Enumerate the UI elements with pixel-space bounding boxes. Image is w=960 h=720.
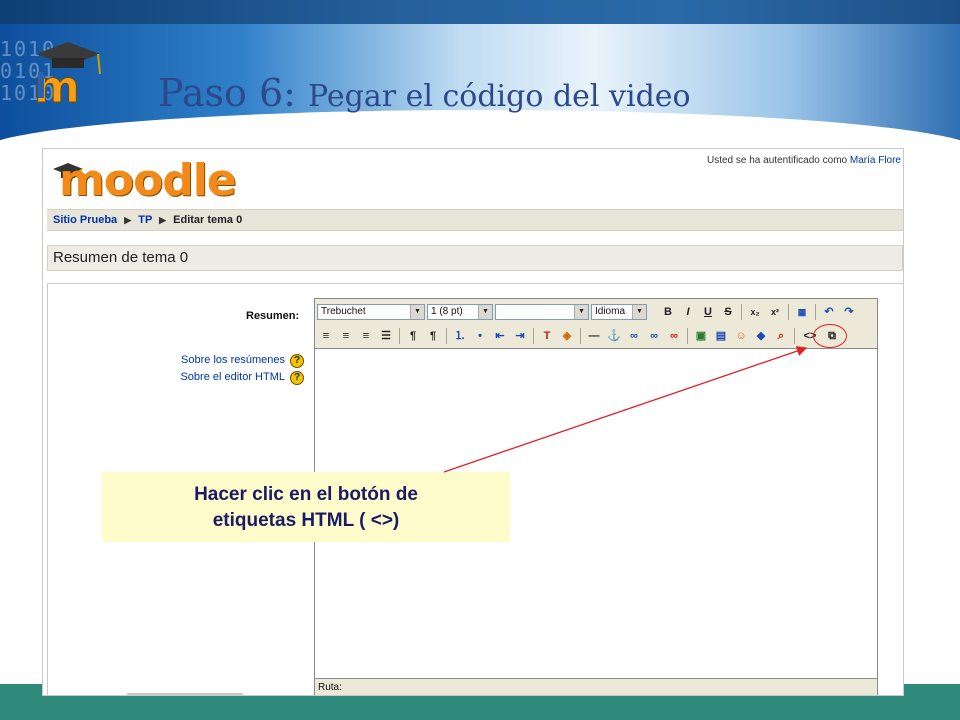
moodle-logo-text: moodle (59, 155, 237, 206)
toolbar-divider (788, 304, 789, 320)
undo-icon[interactable]: ↶ (820, 303, 838, 321)
login-info: Usted se ha autentificado como María Flo… (707, 155, 901, 166)
callout-line-1: Hacer clic en el botón de (194, 484, 418, 505)
special-char-icon[interactable]: ◆ (752, 327, 770, 345)
toolbar-divider (446, 328, 447, 344)
link-icon[interactable]: ∞ (625, 327, 643, 345)
superscript-icon[interactable]: x² (766, 303, 784, 321)
indent-icon[interactable]: ⇥ (511, 327, 529, 345)
help-icon[interactable]: ? (290, 370, 304, 385)
align-left-icon[interactable]: ≡ (317, 327, 335, 345)
toolbar-row-2: ≡ ≡ ≡ ☰ ¶ ¶ ⒈ • ⇤ ⇥ T ◈ — ⚓ ∞ ∞ ∞ ▣ ▤ ☺ … (317, 325, 841, 347)
unlink-icon[interactable]: ∞ (645, 327, 663, 345)
anchor-icon[interactable]: ⚓ (605, 327, 623, 345)
section-heading: Resumen de tema 0 (47, 245, 903, 271)
html-button-highlight-circle (813, 324, 847, 348)
horizontal-rule-icon[interactable]: — (585, 327, 603, 345)
resumen-label: Resumen: (246, 310, 300, 322)
callout-line-2: etiquetas HTML ( <>) (212, 510, 400, 531)
underline-icon[interactable]: U (699, 303, 717, 321)
image-icon[interactable]: ▣ (692, 327, 710, 345)
breadcrumb: Sitio Prueba ▶ TP ▶ Editar tema 0 (47, 209, 903, 231)
breadcrumb-sitio-prueba[interactable]: Sitio Prueba (53, 214, 117, 226)
login-user-link[interactable]: María Flore (850, 155, 901, 166)
help-links: Sobre los resúmenes ? Sobre el editor HT… (156, 352, 304, 386)
highlight-color-icon[interactable]: ◈ (558, 327, 576, 345)
breadcrumb-current: Editar tema 0 (173, 214, 243, 226)
breadcrumb-tp[interactable]: TP (138, 214, 152, 226)
slide-title-lead: Paso 6: (158, 71, 309, 115)
editor-toolbar: Trebuchet 1 (8 pt) Idioma B I U S x₂ x² … (315, 299, 877, 349)
slide-title: Paso 6: Pegar el código del video (158, 70, 691, 120)
login-prefix: Usted se ha autentificado como (707, 155, 850, 166)
align-right-icon[interactable]: ≡ (357, 327, 375, 345)
smiley-icon[interactable]: ☺ (732, 327, 750, 345)
font-size-select[interactable]: 1 (8 pt) (427, 304, 493, 320)
language-select[interactable]: Idioma (591, 304, 647, 320)
toolbar-divider (687, 328, 688, 344)
help-icon[interactable]: ? (290, 353, 304, 368)
format-select[interactable] (495, 304, 589, 320)
toolbar-divider (794, 328, 795, 344)
graduation-logo-icon: m (34, 42, 101, 104)
toolbar-divider (580, 328, 581, 344)
table-icon[interactable]: ▤ (712, 327, 730, 345)
help-editor-html: Sobre el editor HTML ? (156, 369, 304, 386)
rtl-icon[interactable]: ¶ (424, 327, 442, 345)
unordered-list-icon[interactable]: • (471, 327, 489, 345)
subscript-icon[interactable]: x₂ (746, 303, 764, 321)
toolbar-divider (815, 304, 816, 320)
align-center-icon[interactable]: ≡ (337, 327, 355, 345)
strikethrough-icon[interactable]: S (719, 303, 737, 321)
search-replace-icon[interactable]: ⌕ (772, 327, 790, 345)
breadcrumb-separator-icon: ▶ (124, 215, 132, 225)
help-resumenes-link[interactable]: Sobre los resúmenes (181, 352, 285, 369)
moodle-logo[interactable]: moodle (49, 153, 249, 206)
paste-word-icon[interactable]: ▦ (793, 303, 811, 321)
justify-icon[interactable]: ☰ (377, 327, 395, 345)
toolbar-divider (741, 304, 742, 320)
toolbar-divider (399, 328, 400, 344)
help-editor-html-link[interactable]: Sobre el editor HTML (180, 369, 285, 386)
toolbar-row-1: Trebuchet 1 (8 pt) Idioma B I U S x₂ x² … (317, 301, 858, 323)
ordered-list-icon[interactable]: ⒈ (451, 327, 469, 345)
text-color-icon[interactable]: T (538, 327, 556, 345)
italic-icon[interactable]: I (679, 303, 697, 321)
slide-title-rest: Pegar el código del video (308, 79, 691, 114)
breadcrumb-separator-icon: ▶ (159, 215, 167, 225)
bold-icon[interactable]: B (659, 303, 677, 321)
horizontal-scrollbar[interactable] (127, 693, 243, 695)
instruction-callout: Hacer clic en el botón de etiquetas HTML… (102, 472, 510, 542)
help-resumenes: Sobre los resúmenes ? (156, 352, 304, 369)
outdent-icon[interactable]: ⇤ (491, 327, 509, 345)
redo-icon[interactable]: ↷ (840, 303, 858, 321)
moodle-screenshot: moodle Usted se ha autentificado como Ma… (42, 148, 904, 696)
editor-path-bar: Ruta: (315, 678, 877, 695)
ltr-icon[interactable]: ¶ (404, 327, 422, 345)
slide-top-strip (0, 0, 960, 24)
font-family-select[interactable]: Trebuchet (317, 304, 425, 320)
toolbar-divider (533, 328, 534, 344)
nolink-icon[interactable]: ∞ (665, 327, 683, 345)
